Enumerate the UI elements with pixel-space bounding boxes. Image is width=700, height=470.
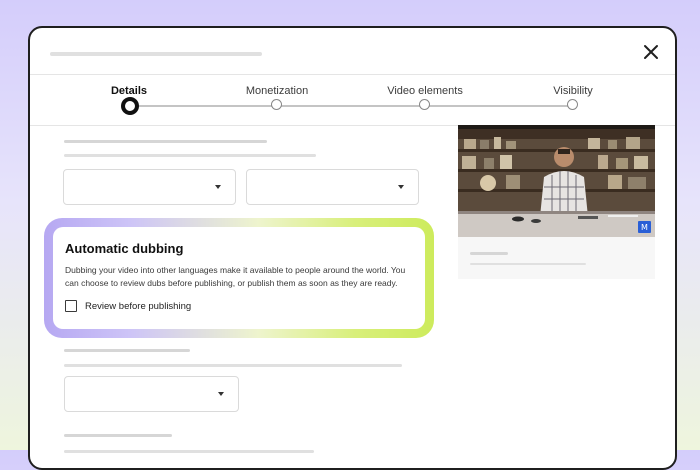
upload-dialog: Details Monetization Video elements Visi… — [28, 26, 677, 470]
video-info-panel — [458, 237, 655, 279]
header-divider — [30, 74, 675, 75]
step-dot — [567, 99, 578, 110]
field-label-placeholder — [64, 434, 172, 437]
dubbing-description: Dubbing your video into other languages … — [65, 265, 406, 288]
step-label: Visibility — [553, 85, 593, 97]
field-label-placeholder — [64, 349, 190, 352]
svg-text:M: M — [641, 223, 648, 232]
step-details[interactable]: Details — [69, 84, 189, 115]
field-hint-placeholder — [64, 154, 316, 157]
checkbox-label: Review before publishing — [85, 300, 192, 312]
close-icon[interactable] — [639, 40, 663, 64]
review-before-publishing-option[interactable]: Review before publishing — [65, 299, 191, 313]
chevron-down-icon — [218, 392, 224, 396]
step-label: Monetization — [245, 85, 309, 97]
stepper-track — [128, 105, 572, 107]
chevron-down-icon — [398, 185, 404, 189]
dialog-title-placeholder — [50, 52, 262, 56]
dropdown-select[interactable] — [64, 376, 239, 412]
step-dot-active — [121, 97, 139, 115]
dubbing-title: Automatic dubbing — [65, 241, 184, 256]
automatic-dubbing-card: Automatic dubbing Dubbing your video int… — [53, 227, 425, 329]
video-link-label-placeholder — [470, 252, 508, 255]
dropdown-select[interactable] — [246, 169, 419, 205]
video-thumbnail[interactable]: M — [458, 125, 655, 237]
step-dot — [419, 99, 430, 110]
checkbox-icon[interactable] — [65, 300, 77, 312]
field-label-placeholder — [64, 140, 267, 143]
step-monetization[interactable]: Monetization — [217, 84, 337, 110]
field-hint-placeholder — [64, 364, 402, 367]
step-video-elements[interactable]: Video elements — [365, 84, 485, 110]
video-link-placeholder — [470, 263, 586, 265]
step-dot — [271, 99, 282, 110]
dropdown-select[interactable] — [63, 169, 236, 205]
step-visibility[interactable]: Visibility — [513, 84, 633, 110]
field-hint-placeholder — [64, 450, 314, 453]
chevron-down-icon — [215, 185, 221, 189]
step-label: Video elements — [387, 85, 463, 97]
